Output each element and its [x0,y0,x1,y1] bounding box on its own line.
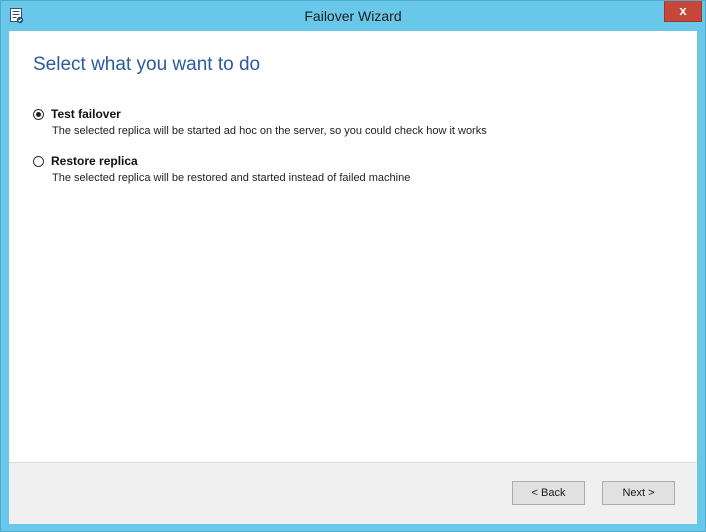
failover-wizard-window: Failover Wizard x Select what you want t… [0,0,706,532]
next-button[interactable]: Next > [602,481,675,505]
window-title: Failover Wizard [304,8,402,24]
title-bar[interactable]: Failover Wizard x [1,1,705,31]
radio-restore-replica[interactable] [33,155,44,167]
page-title: Select what you want to do [33,54,261,75]
option-label[interactable]: Restore replica [51,154,138,168]
close-button[interactable]: x [664,1,702,22]
close-icon: x [679,3,687,18]
back-button[interactable]: < Back [512,481,585,505]
option-restore-replica[interactable]: Restore replica The selected replica wil… [33,153,410,184]
option-description: The selected replica will be restored an… [52,172,411,184]
wizard-footer: < Back Next > [9,462,697,524]
wizard-content: Select what you want to do Test failover… [9,31,697,524]
option-description: The selected replica will be started ad … [52,125,487,137]
option-test-failover[interactable]: Test failover The selected replica will … [33,106,487,137]
radio-test-failover[interactable] [33,108,44,120]
option-label[interactable]: Test failover [51,107,121,121]
